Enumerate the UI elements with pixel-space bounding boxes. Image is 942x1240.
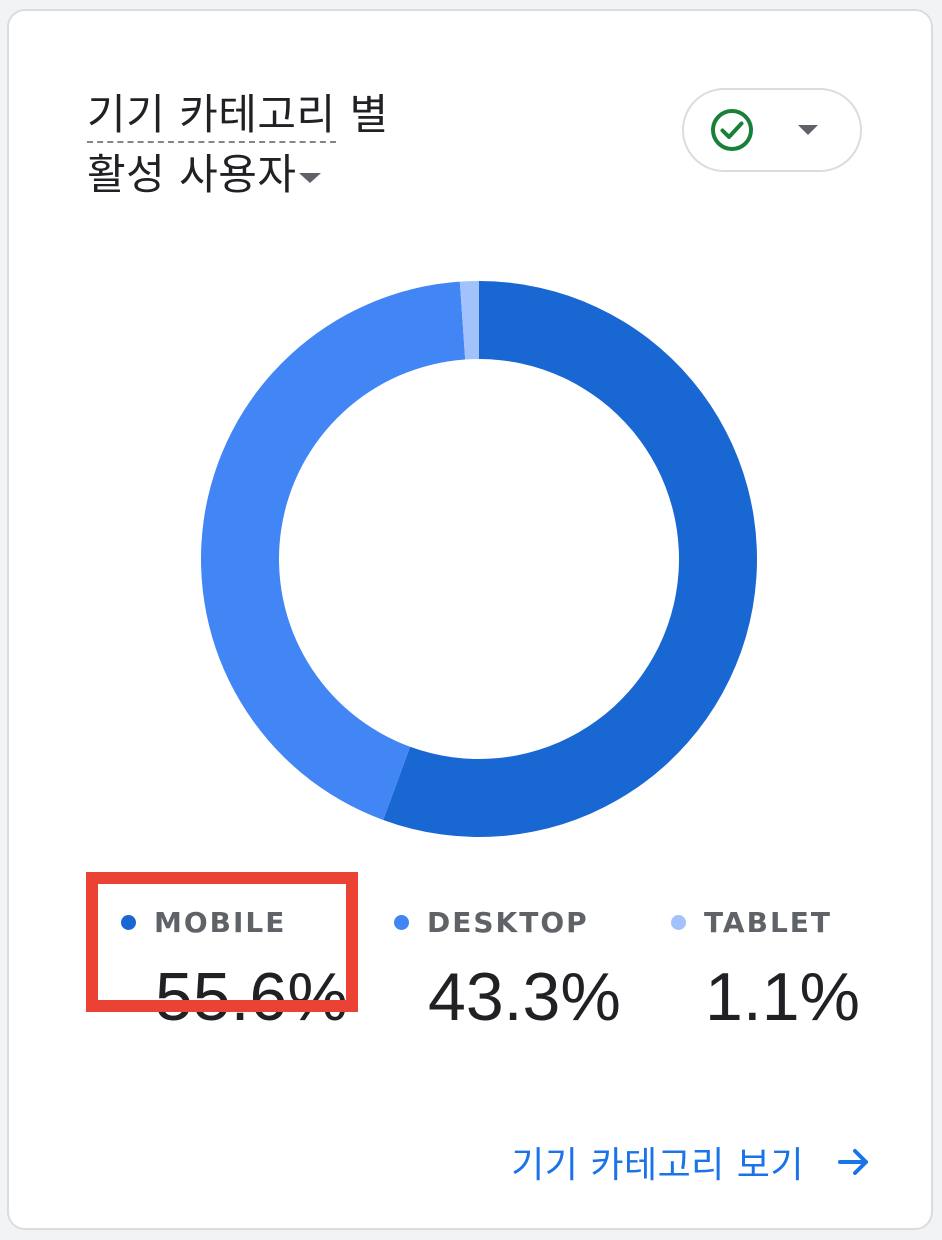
metric-dropdown-caret-icon[interactable] <box>298 172 321 183</box>
legend-label-row: MOBILE <box>121 906 351 939</box>
legend-label-row: TABLET <box>671 906 871 939</box>
chevron-down-icon <box>798 125 818 135</box>
legend-label-desktop: DESKTOP <box>427 906 589 939</box>
device-category-card: 기기 카테고리 별 활성 사용자 MOBILE 55.6% DESKTOP 43… <box>7 9 933 1230</box>
legend-item-desktop[interactable]: DESKTOP 43.3% <box>394 906 624 1035</box>
legend-value-desktop: 43.3% <box>428 959 621 1035</box>
legend-value-mobile: 55.6% <box>155 959 348 1035</box>
title-metric[interactable]: 활성 사용자 <box>87 150 297 199</box>
legend-label-tablet: TABLET <box>704 906 833 939</box>
comparison-filter-button[interactable] <box>682 88 862 172</box>
legend-item-mobile[interactable]: MOBILE 55.6% <box>121 906 351 1035</box>
donut-slice-mobile[interactable] <box>383 281 757 837</box>
donut-slice-desktop[interactable] <box>200 281 466 820</box>
legend-item-tablet[interactable]: TABLET 1.1% <box>671 906 871 1035</box>
check-circle-icon <box>711 109 753 151</box>
title-line-1: 기기 카테고리 별 <box>87 85 447 145</box>
footer-link-label: 기기 카테고리 보기 <box>511 1145 804 1186</box>
title-dimension[interactable]: 기기 카테고리 <box>87 90 336 143</box>
view-device-category-link[interactable]: 기기 카테고리 보기 <box>511 1136 874 1188</box>
title-line-2[interactable]: 활성 사용자 <box>87 145 447 205</box>
card-title[interactable]: 기기 카테고리 별 활성 사용자 <box>87 85 447 205</box>
legend-value-tablet: 1.1% <box>705 959 860 1035</box>
legend-label-mobile: MOBILE <box>154 906 287 939</box>
legend-dot-tablet <box>671 915 686 930</box>
legend-dot-desktop <box>394 915 409 930</box>
donut-chart <box>200 281 757 837</box>
legend-dot-mobile <box>121 915 136 930</box>
arrow-right-icon <box>838 1149 868 1175</box>
title-suffix: 별 <box>335 90 389 139</box>
legend-label-row: DESKTOP <box>394 906 624 939</box>
